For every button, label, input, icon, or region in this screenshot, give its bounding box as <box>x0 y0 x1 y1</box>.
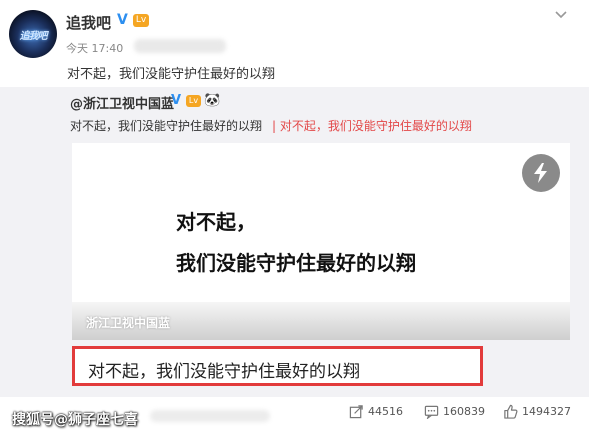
repost-level-badge: Lv <box>186 95 201 107</box>
highlight-box: 对不起，我们没能守护住最好的以翔 <box>72 346 483 386</box>
weibo-post: 追我吧 追我吧 V Lv 今天 17:40 对不起，我们没能守护住最好的以翔 @… <box>0 0 589 436</box>
comment-button[interactable]: 160839 <box>424 404 485 426</box>
avatar-logo-text: 追我吧 <box>19 31 48 42</box>
thumbs-up-icon <box>504 404 518 419</box>
like-button[interactable]: 1494327 <box>503 404 571 426</box>
highlight-text: 对不起，我们没能守护住最好的以翔 <box>88 362 360 382</box>
repost-topic-link[interactable]: | 对不起，我们没能守护住最好的以翔 <box>272 117 472 134</box>
blurred-source <box>134 39 226 53</box>
like-count: 1494327 <box>522 405 571 418</box>
video-watermark: 浙江卫视中国蓝 <box>86 316 171 330</box>
blurred-footer <box>150 410 270 422</box>
post-time[interactable]: 今天 17:40 <box>66 40 123 56</box>
verified-icon: V <box>117 12 128 28</box>
video-caption-line2: 我们没能守护住最好的以翔 <box>176 251 416 275</box>
level-badge: Lv <box>133 14 149 27</box>
repost-author-link[interactable]: @浙江卫视中国蓝 <box>70 93 174 112</box>
footer-watermark: 搜狐号@狮子座七喜 <box>12 412 138 428</box>
comment-count: 160839 <box>443 405 485 418</box>
comment-icon <box>424 405 439 419</box>
lightning-icon[interactable] <box>522 154 560 192</box>
video-player[interactable]: 对不起， 我们没能守护住最好的以翔 浙江卫视中国蓝 <box>72 143 570 340</box>
repost-text: 对不起，我们没能守护住最好的以翔 <box>70 119 263 133</box>
chevron-down-icon[interactable] <box>554 10 570 22</box>
repost-button[interactable]: 44516 <box>349 404 403 426</box>
panda-icon: 🐼 <box>204 93 221 108</box>
username[interactable]: 追我吧 <box>66 12 111 33</box>
post-content: 对不起，我们没能守护住最好的以翔 <box>67 67 276 82</box>
repost-count: 44516 <box>368 405 403 418</box>
avatar[interactable]: 追我吧 <box>9 10 57 58</box>
video-caption-line1: 对不起， <box>176 210 256 234</box>
repost-verified-icon: V <box>171 93 182 108</box>
repost-icon <box>349 405 363 419</box>
